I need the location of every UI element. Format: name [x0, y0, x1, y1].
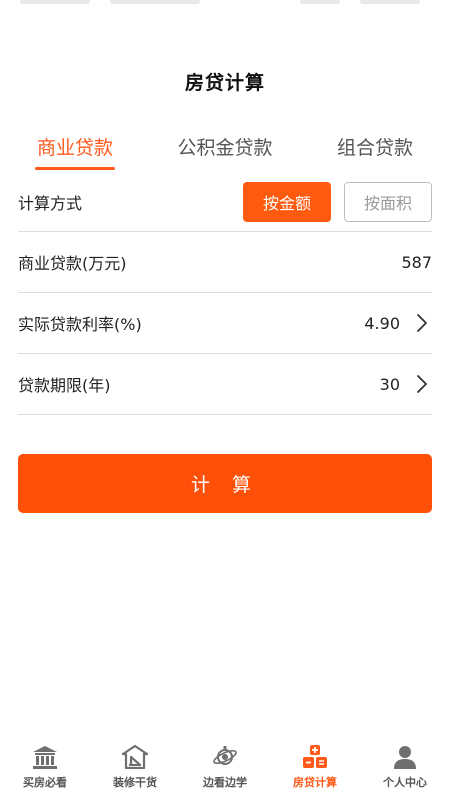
loan-term-row[interactable]: 贷款期限(年) 30	[18, 354, 432, 415]
tabbar-label: 装修干货	[113, 776, 157, 789]
by-amount-button[interactable]: 按金额	[243, 181, 331, 222]
tabbar-label: 买房必看	[23, 776, 67, 789]
tabbar-item-must-read[interactable]: 买房必看	[0, 740, 90, 800]
calc-method-label: 计算方式	[18, 193, 83, 213]
loan-amount-label: 商业贷款(万元)	[18, 254, 127, 273]
interest-rate-label: 实际贷款利率(%)	[18, 315, 142, 334]
tabbar-item-decoration[interactable]: 装修干货	[90, 740, 180, 800]
bank-building-icon	[31, 744, 59, 770]
tabbar-label: 边看边学	[203, 776, 247, 789]
house-tools-icon	[121, 744, 149, 770]
tabbar-item-learn[interactable]: 边看边学	[180, 740, 270, 800]
calc-method-toggle: 按金额 按面积	[243, 181, 432, 222]
page-title: 房贷计算	[184, 72, 265, 94]
status-bar-fragment	[20, 0, 90, 4]
chevron-right-icon[interactable]	[412, 313, 432, 333]
interest-rate-row[interactable]: 实际贷款利率(%) 4.90	[18, 293, 432, 354]
tabbar-label: 房贷计算	[293, 776, 337, 789]
loan-type-tabs: 商业贷款 公积金贷款 组合贷款	[0, 125, 450, 175]
status-bar-fragment	[110, 0, 200, 4]
loan-term-label: 贷款期限(年)	[18, 376, 111, 395]
tab-combined-loan[interactable]: 组合贷款	[300, 125, 450, 175]
loan-term-value: 30	[379, 374, 400, 394]
bottom-tab-bar: 买房必看 装修干货 边看边学 房贷计算 个人中心	[0, 740, 450, 800]
interest-rate-value: 4.90	[364, 313, 400, 333]
chevron-right-icon[interactable]	[412, 374, 432, 394]
tab-provident-fund-loan[interactable]: 公积金贷款	[150, 125, 300, 175]
tabbar-item-mortgage-calc[interactable]: 房贷计算	[270, 740, 360, 800]
loan-amount-input[interactable]: 587	[401, 253, 432, 272]
person-icon	[391, 744, 419, 770]
planet-icon	[211, 744, 239, 770]
calc-method-row: 计算方式 按金额 按面积	[18, 172, 432, 232]
status-bar	[0, 0, 450, 40]
calculate-button[interactable]: 计 算	[18, 454, 432, 513]
by-area-button[interactable]: 按面积	[344, 181, 432, 222]
status-bar-fragment	[300, 0, 340, 4]
page-header: 房贷计算	[0, 68, 450, 95]
tabbar-label: 个人中心	[383, 776, 427, 789]
calculator-blocks-icon	[301, 744, 329, 770]
loan-amount-row[interactable]: 商业贷款(万元) 587	[18, 232, 432, 293]
status-bar-fragment	[360, 0, 420, 4]
tab-commercial-loan[interactable]: 商业贷款	[0, 125, 150, 175]
loan-form: 计算方式 按金额 按面积 商业贷款(万元) 587 实际贷款利率(%) 4.90…	[18, 172, 432, 415]
tabbar-item-profile[interactable]: 个人中心	[360, 740, 450, 800]
